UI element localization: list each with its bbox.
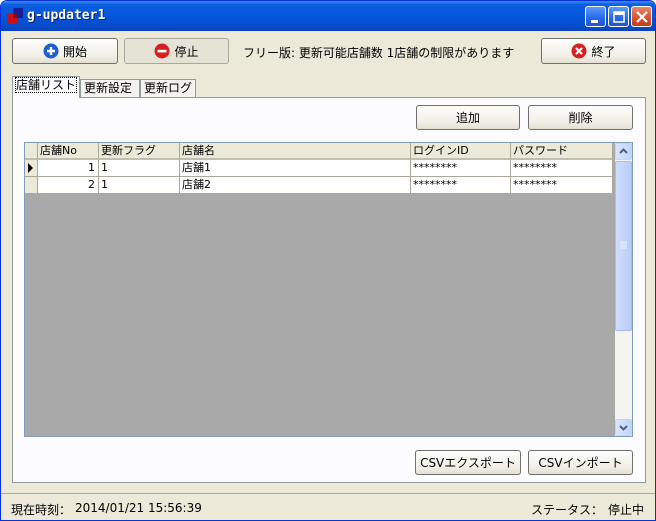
status-label: ステータス： (531, 503, 604, 517)
close-icon (636, 11, 648, 23)
scroll-up-button[interactable] (615, 143, 632, 160)
scroll-thumb[interactable] (615, 161, 632, 331)
row-header[interactable] (25, 177, 38, 194)
close-circle-icon (571, 43, 587, 59)
chevron-up-icon (619, 148, 628, 154)
column-header-store-no[interactable]: 店舗No (38, 143, 99, 160)
delete-label: 削除 (568, 111, 593, 125)
maximize-icon (613, 11, 625, 23)
add-button[interactable]: 追加 (416, 105, 520, 130)
play-circle-icon (43, 43, 59, 59)
current-time-label: 現在時刻： (11, 503, 72, 517)
exit-button[interactable]: 終了 (541, 38, 646, 64)
stop-button[interactable]: 停止 (124, 38, 229, 64)
cell-login-id[interactable]: ******** (411, 160, 511, 177)
column-header-password[interactable]: パスワード (511, 143, 613, 160)
cell-update-flag[interactable]: 1 (99, 160, 180, 177)
add-label: 追加 (455, 111, 480, 125)
license-notice: フリー版: 更新可能店舗数 1店舗の制限があります (243, 46, 515, 60)
cell-update-flag[interactable]: 1 (99, 177, 180, 194)
cell-password[interactable]: ******** (511, 177, 613, 194)
tab-update-log[interactable]: 更新ログ (140, 79, 196, 97)
start-button[interactable]: 開始 (12, 38, 118, 64)
csv-export-label: CSVエクスポート (420, 456, 516, 470)
cell-store-no[interactable]: 1 (38, 160, 99, 177)
csv-import-label: CSVインポート (538, 456, 623, 470)
store-grid[interactable]: 店舗No 更新フラグ 店舗名 ログインID パスワード 1 1 店舗1 ****… (24, 142, 633, 437)
exit-label: 終了 (591, 44, 616, 59)
app-icon (7, 8, 23, 24)
minimize-icon (591, 20, 598, 23)
tab-store-list[interactable]: 店舗リスト (12, 76, 80, 98)
app-window: g-updater1 開始 停止 フリー版: 更新可能店舗数 1店舗の制限があり… (0, 0, 656, 521)
maximize-button[interactable] (608, 6, 629, 27)
row-pointer-icon (28, 163, 33, 173)
csv-export-button[interactable]: CSVエクスポート (415, 450, 521, 475)
chevron-down-icon (619, 425, 628, 431)
status-value: 停止中 (608, 503, 645, 517)
vertical-scrollbar[interactable] (615, 143, 632, 436)
column-header-login-id[interactable]: ログインID (411, 143, 511, 160)
delete-button[interactable]: 削除 (528, 105, 633, 130)
column-header-store-name[interactable]: 店舗名 (180, 143, 411, 160)
tab-update-settings[interactable]: 更新設定 (80, 79, 140, 97)
cell-login-id[interactable]: ******** (411, 177, 511, 194)
current-row-indicator[interactable] (25, 160, 38, 177)
cell-password[interactable]: ******** (511, 160, 613, 177)
cell-store-name[interactable]: 店舗2 (180, 177, 411, 194)
close-button[interactable] (631, 6, 652, 27)
scroll-down-button[interactable] (615, 419, 632, 436)
stop-label: 停止 (174, 44, 199, 59)
stop-circle-icon (154, 43, 170, 59)
csv-import-button[interactable]: CSVインポート (528, 450, 633, 475)
cell-store-name[interactable]: 店舗1 (180, 160, 411, 177)
status-bar: 現在時刻： 2014/01/21 15:56:39 ステータス： 停止中 (1, 493, 655, 520)
column-header-update-flag[interactable]: 更新フラグ (99, 143, 180, 160)
title-bar[interactable]: g-updater1 (1, 1, 655, 31)
start-label: 開始 (62, 44, 87, 59)
window-title: g-updater1 (27, 8, 106, 23)
current-time-value: 2014/01/21 15:56:39 (75, 501, 202, 515)
cell-store-no[interactable]: 2 (38, 177, 99, 194)
row-header-corner (25, 143, 38, 160)
grip-icon (620, 241, 627, 249)
minimize-button[interactable] (585, 6, 606, 27)
